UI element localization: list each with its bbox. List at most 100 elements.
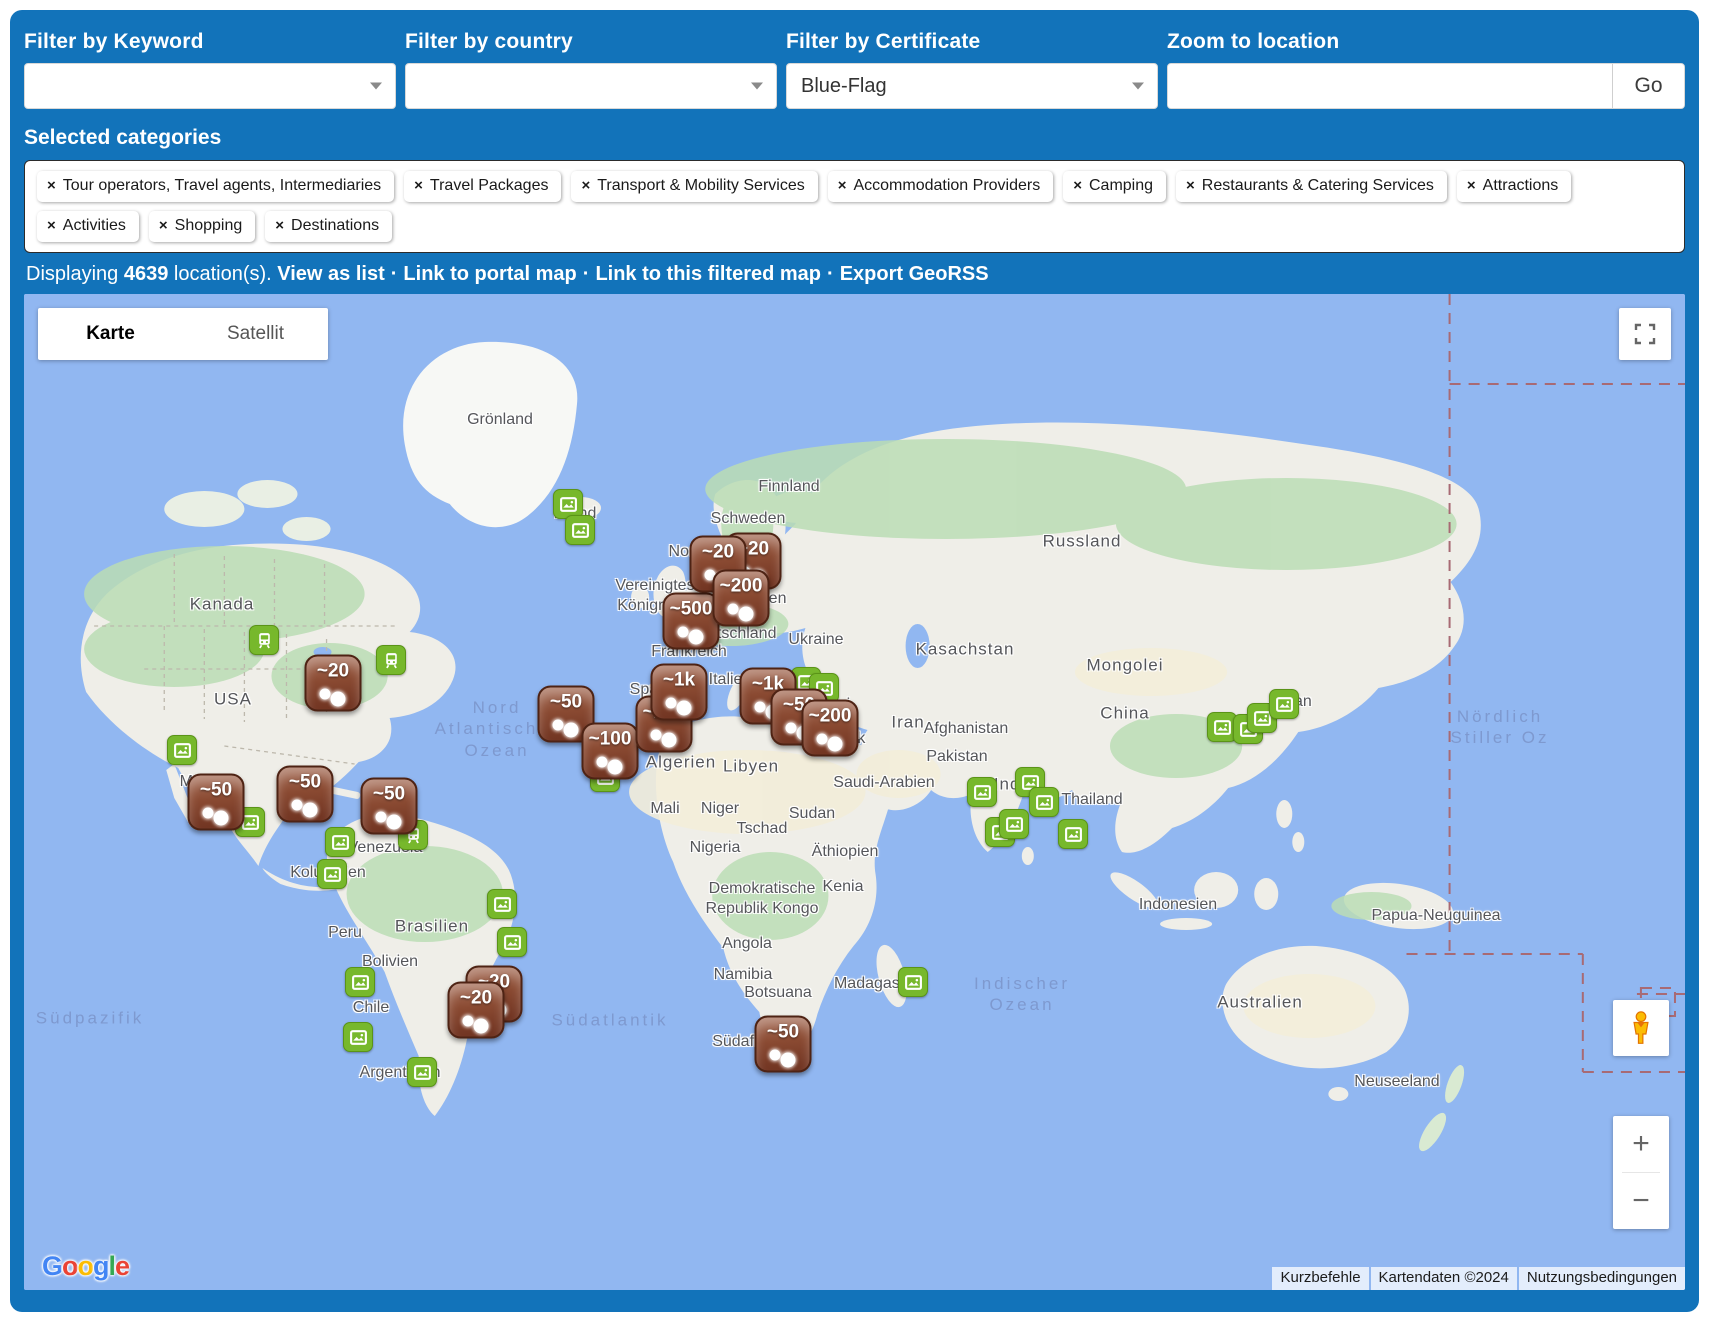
- fullscreen-icon: [1633, 322, 1657, 346]
- zoom-to-location-input[interactable]: [1168, 64, 1612, 108]
- photo-marker[interactable]: [317, 859, 347, 889]
- cluster-count: ~20: [692, 542, 745, 564]
- photo-marker[interactable]: [497, 927, 527, 957]
- photo-marker[interactable]: [167, 735, 197, 765]
- cluster-marker[interactable]: ~500: [663, 593, 720, 650]
- zoom-out-button[interactable]: −: [1613, 1173, 1669, 1229]
- zoom-in-button[interactable]: +: [1613, 1116, 1669, 1172]
- cluster-dots-icon: [553, 720, 564, 731]
- cluster-dots-icon: [817, 734, 828, 745]
- photo-marker[interactable]: [407, 1057, 437, 1087]
- filter-country-group: Filter by country: [405, 30, 777, 109]
- remove-tag-icon[interactable]: ×: [159, 217, 168, 234]
- status-link[interactable]: Export GeoRSS: [840, 263, 989, 285]
- cluster-marker[interactable]: ~1k: [651, 664, 708, 721]
- photo-marker[interactable]: [898, 967, 928, 997]
- remove-tag-icon[interactable]: ×: [275, 217, 284, 234]
- category-tag[interactable]: ×Camping: [1063, 171, 1166, 202]
- photo-marker[interactable]: [325, 827, 355, 857]
- cluster-dots-icon: [463, 1016, 474, 1027]
- link-separator: ·: [391, 263, 398, 285]
- map-type-karte-button[interactable]: Karte: [38, 308, 183, 360]
- selected-categories-heading: Selected categories: [24, 126, 1685, 150]
- photo-marker[interactable]: [999, 809, 1029, 839]
- remove-tag-icon[interactable]: ×: [1186, 177, 1195, 194]
- attribution-link[interactable]: Kartendaten ©2024: [1371, 1267, 1517, 1290]
- cluster-dots-icon: [770, 1050, 781, 1061]
- remove-tag-icon[interactable]: ×: [838, 177, 847, 194]
- displaying-suffix: location(s).: [174, 263, 277, 285]
- cluster-dots-icon: [786, 723, 797, 734]
- fullscreen-button[interactable]: [1619, 308, 1671, 360]
- remove-tag-icon[interactable]: ×: [47, 177, 56, 194]
- world-map[interactable]: GrönlandIslandKanadaUSAMexikoFinnlandSch…: [24, 294, 1685, 1290]
- cluster-marker[interactable]: ~20: [448, 982, 505, 1039]
- cluster-marker[interactable]: ~50: [277, 766, 334, 823]
- cluster-dots-icon: [739, 607, 754, 622]
- pegman-button[interactable]: [1613, 1000, 1669, 1056]
- category-tag[interactable]: ×Shopping: [149, 211, 255, 242]
- status-line: Displaying 4639 location(s). View as lis…: [26, 263, 1683, 286]
- cluster-dots-icon: [331, 692, 346, 707]
- location-count: 4639: [124, 263, 169, 285]
- map-type-satellit-button[interactable]: Satellit: [183, 308, 328, 360]
- attribution-link[interactable]: Nutzungsbedingungen: [1519, 1267, 1685, 1290]
- filter-certificate-label: Filter by Certificate: [786, 30, 1158, 54]
- cluster-marker[interactable]: ~50: [188, 774, 245, 831]
- filter-keyword-label: Filter by Keyword: [24, 30, 396, 54]
- photo-marker[interactable]: [967, 777, 997, 807]
- category-tag[interactable]: ×Attractions: [1457, 171, 1571, 202]
- certificate-select[interactable]: Blue-Flag: [786, 63, 1158, 109]
- category-tag[interactable]: ×Accommodation Providers: [828, 171, 1054, 202]
- cluster-dots-icon: [203, 808, 214, 819]
- cluster-marker[interactable]: ~200: [802, 700, 859, 757]
- category-tag[interactable]: ×Transport & Mobility Services: [571, 171, 817, 202]
- cluster-marker[interactable]: ~100: [582, 723, 639, 780]
- cluster-marker[interactable]: ~200: [713, 570, 770, 627]
- category-tag[interactable]: ×Activities: [37, 211, 139, 242]
- photo-marker[interactable]: [1058, 819, 1088, 849]
- photo-marker[interactable]: [343, 1022, 373, 1052]
- filter-certificate-group: Filter by Certificate Blue-Flag: [786, 30, 1158, 109]
- transit-marker[interactable]: [249, 625, 279, 655]
- go-button[interactable]: Go: [1612, 64, 1684, 108]
- zoom-to-location-group: Zoom to location Go: [1167, 30, 1685, 109]
- photo-marker[interactable]: [345, 967, 375, 997]
- category-tag[interactable]: ×Travel Packages: [404, 171, 561, 202]
- cluster-dots-icon: [662, 733, 677, 748]
- cluster-marker[interactable]: ~50: [361, 778, 418, 835]
- google-logo[interactable]: Google: [42, 1251, 129, 1282]
- photo-marker[interactable]: [1029, 787, 1059, 817]
- cluster-count: ~50: [279, 772, 332, 794]
- attribution-link[interactable]: Kurzbefehle: [1272, 1267, 1368, 1290]
- remove-tag-icon[interactable]: ×: [1073, 177, 1082, 194]
- map-attribution: KurzbefehleKartendaten ©2024Nutzungsbedi…: [1272, 1267, 1685, 1290]
- photo-marker[interactable]: [565, 515, 595, 545]
- category-tag[interactable]: ×Destinations: [265, 211, 392, 242]
- remove-tag-icon[interactable]: ×: [47, 217, 56, 234]
- category-tag[interactable]: ×Restaurants & Catering Services: [1176, 171, 1447, 202]
- filter-country-label: Filter by country: [405, 30, 777, 54]
- keyword-select[interactable]: [24, 63, 396, 109]
- remove-tag-icon[interactable]: ×: [581, 177, 590, 194]
- chevron-down-icon: [1132, 83, 1144, 90]
- category-tag[interactable]: ×Tour operators, Travel agents, Intermed…: [37, 171, 394, 202]
- status-link[interactable]: Link to portal map: [403, 263, 576, 285]
- zoom-control: + −: [1613, 1116, 1669, 1229]
- cluster-count: ~50: [190, 780, 243, 802]
- photo-marker[interactable]: [487, 889, 517, 919]
- map-canvas: [24, 294, 1685, 1290]
- remove-tag-icon[interactable]: ×: [1467, 177, 1476, 194]
- remove-tag-icon[interactable]: ×: [414, 177, 423, 194]
- cluster-dots-icon: [677, 701, 692, 716]
- cluster-marker[interactable]: ~50: [755, 1016, 812, 1073]
- cluster-marker[interactable]: ~20: [305, 655, 362, 712]
- transit-marker[interactable]: [376, 645, 406, 675]
- status-link[interactable]: Link to this filtered map: [595, 263, 821, 285]
- status-link[interactable]: View as list: [277, 263, 384, 285]
- photo-marker[interactable]: [1269, 689, 1299, 719]
- country-select[interactable]: [405, 63, 777, 109]
- status-links: View as list·Link to portal map·Link to …: [277, 263, 988, 285]
- cluster-dots-icon: [597, 757, 608, 768]
- cluster-dots-icon: [689, 630, 704, 645]
